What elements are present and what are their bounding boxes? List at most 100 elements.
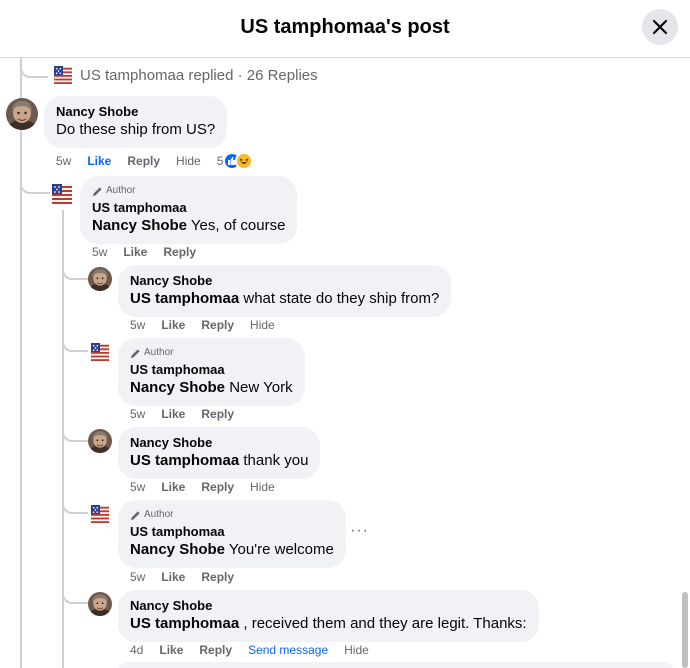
thread-connector — [62, 420, 88, 442]
pencil-icon — [92, 186, 103, 197]
comment-text: Nancy Shobe You're welcome — [130, 540, 334, 560]
comment-author[interactable]: US tamphomaa — [92, 200, 285, 216]
mention[interactable]: Nancy Shobe — [130, 541, 225, 558]
like-button[interactable]: Like — [161, 318, 185, 332]
reaction-count: 5 — [216, 154, 224, 168]
comment-bubble: Author US tamphomaa Nancy Shobe Yes, of … — [80, 176, 298, 244]
like-button[interactable]: Like — [161, 570, 185, 584]
comment-body: New York — [225, 379, 293, 396]
comment-time[interactable]: 5w — [130, 318, 145, 332]
comment-time[interactable]: 5w — [56, 154, 71, 168]
comment-time[interactable]: 5w — [130, 480, 145, 494]
comment-text: US tamphomaa thank you — [130, 451, 308, 471]
comment-text: US tamphomaa what state do they ship fro… — [130, 289, 439, 309]
avatar[interactable] — [88, 267, 112, 291]
reply-button[interactable]: Reply — [163, 245, 196, 259]
comment-bubble: Nancy Shobe US tamphomaa thank you — [118, 427, 321, 479]
send-message-button[interactable]: Send message — [248, 643, 328, 657]
comment-actions: 5w Like Reply Hide 5 — [56, 152, 254, 170]
hide-button[interactable]: Hide — [176, 154, 201, 168]
comment-author[interactable]: Nancy Shobe — [56, 104, 215, 120]
comment-bubble: Nancy Shobe Do these ship from US? — [44, 96, 228, 148]
comment-body: Yes, of course — [187, 217, 286, 234]
comment-author[interactable]: US tamphomaa — [130, 362, 293, 378]
comment-body: thank you — [239, 452, 309, 469]
comment-text: Nancy Shobe Yes, of course — [92, 216, 285, 236]
comment-time[interactable]: 5w — [130, 570, 145, 584]
thread-connector — [20, 58, 48, 78]
like-button[interactable]: Like — [159, 643, 183, 657]
comment-actions: 5w Like Reply — [130, 570, 234, 584]
comment-author[interactable]: Nancy Shobe — [130, 273, 439, 289]
mention[interactable]: US tamphomaa — [130, 452, 239, 469]
close-icon — [652, 19, 668, 35]
author-badge: Author — [130, 346, 293, 360]
thread-connector — [62, 330, 88, 352]
comment-author[interactable]: Nancy Shobe — [130, 435, 308, 451]
avatar[interactable] — [88, 592, 112, 616]
comment-author[interactable]: Nancy Shobe — [130, 598, 527, 614]
hide-button[interactable]: Hide — [250, 318, 275, 332]
thread-connector — [62, 492, 88, 514]
mention[interactable]: US tamphomaa — [130, 615, 239, 632]
comment-body: , received them and they are legit. Than… — [239, 615, 527, 632]
comment-bubble: Author US tamphomaa Nancy Shobe You're w… — [118, 500, 346, 568]
comment-bubble-partial — [118, 662, 674, 668]
reply-button[interactable]: Reply — [201, 407, 234, 421]
comment-time[interactable]: 5w — [92, 245, 107, 259]
pencil-icon — [130, 510, 141, 521]
avatar[interactable] — [6, 98, 38, 130]
comment-actions: 5w Like Reply — [130, 407, 234, 421]
avatar[interactable] — [91, 505, 109, 523]
pencil-icon — [130, 348, 141, 359]
reply-button[interactable]: Reply — [201, 480, 234, 494]
comment-bubble: Author US tamphomaa Nancy Shobe New York — [118, 338, 305, 406]
scrollbar[interactable] — [682, 592, 688, 668]
hide-button[interactable]: Hide — [250, 480, 275, 494]
mention[interactable]: US tamphomaa — [130, 290, 239, 307]
comment-text: Nancy Shobe New York — [130, 378, 293, 398]
avatar[interactable] — [91, 343, 109, 361]
mention[interactable]: Nancy Shobe — [92, 217, 187, 234]
reply-button[interactable]: Reply — [127, 154, 160, 168]
author-badge-label: Author — [144, 509, 174, 520]
author-badge: Author — [92, 184, 285, 198]
author-badge: Author — [130, 508, 334, 522]
reply-button[interactable]: Reply — [201, 318, 234, 332]
comment-text: US tamphomaa , received them and they ar… — [130, 614, 527, 634]
comment-body: You're welcome — [225, 541, 334, 558]
comment-actions: 5w Like Reply Hide — [130, 480, 275, 494]
replied-label: US tamphomaa replied · 26 Replies — [80, 66, 318, 84]
reply-button[interactable]: Reply — [201, 570, 234, 584]
author-badge-label: Author — [144, 347, 174, 358]
reaction-summary[interactable]: 5 — [217, 152, 254, 170]
like-button[interactable]: Like — [161, 480, 185, 494]
thread-connector — [62, 262, 88, 280]
close-button[interactable] — [642, 9, 678, 45]
hide-button[interactable]: Hide — [344, 643, 369, 657]
comment-bubble: Nancy Shobe US tamphomaa what state do t… — [118, 265, 452, 317]
comment-text: Do these ship from US? — [56, 121, 216, 138]
comment-body: what state do they ship from? — [239, 290, 440, 307]
us-flag-avatar — [54, 66, 72, 84]
comment-actions: 4d Like Reply Send message Hide — [130, 643, 369, 657]
post-dialog-header: US tamphomaa's post — [0, 0, 690, 58]
thread-connector — [62, 582, 88, 604]
thread-line-main — [20, 58, 22, 668]
avatar[interactable] — [52, 184, 72, 204]
comment-bubble: Nancy Shobe US tamphomaa , received them… — [118, 590, 539, 642]
reply-button[interactable]: Reply — [199, 643, 232, 657]
mention[interactable]: Nancy Shobe — [130, 379, 225, 396]
comment-time[interactable]: 5w — [130, 407, 145, 421]
comment-actions: 5w Like Reply — [92, 245, 196, 259]
comment-author[interactable]: US tamphomaa — [130, 524, 334, 540]
thread-connector — [20, 160, 50, 194]
more-icon[interactable]: ··· — [350, 522, 369, 540]
like-button[interactable]: Like — [87, 154, 111, 168]
comment-time[interactable]: 4d — [130, 643, 143, 657]
like-button[interactable]: Like — [123, 245, 147, 259]
comment-actions: 5w Like Reply Hide — [130, 318, 275, 332]
like-button[interactable]: Like — [161, 407, 185, 421]
thread-replied-row[interactable]: US tamphomaa replied · 26 Replies — [54, 66, 318, 84]
avatar[interactable] — [88, 429, 112, 453]
